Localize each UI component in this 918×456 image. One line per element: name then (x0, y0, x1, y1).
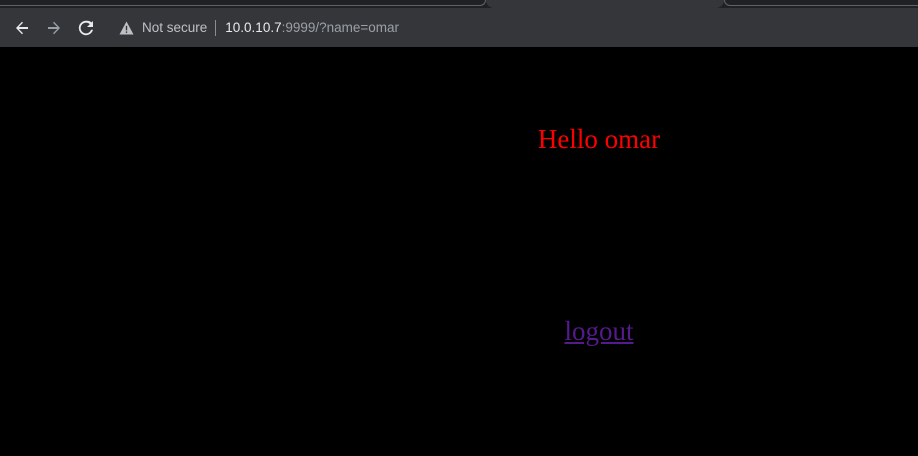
url-host[interactable]: 10.0.10.7 (225, 20, 281, 35)
tab-strip (0, 0, 918, 8)
address-divider (215, 19, 217, 36)
forward-arrow-icon (48, 21, 60, 34)
tab-inactive-right[interactable] (724, 0, 918, 6)
security-label[interactable]: Not secure (142, 20, 207, 35)
back-arrow-icon (16, 21, 28, 34)
forward-button[interactable] (43, 17, 65, 39)
greeting-text: Hello omar (537, 124, 661, 154)
logout-link[interactable]: logout (564, 316, 633, 346)
tab-inactive-left[interactable] (0, 0, 486, 6)
address-bar[interactable]: Not secure 10.0.10.7 :9999/?name=omar (108, 12, 918, 43)
browser-toolbar: Not secure 10.0.10.7 :9999/?name=omar (0, 8, 918, 47)
reload-button[interactable] (75, 17, 97, 39)
reload-icon (78, 20, 93, 35)
back-button[interactable] (11, 17, 33, 39)
page-content: Hello omar logout (0, 47, 918, 456)
tab-active[interactable] (486, 0, 724, 8)
url-path[interactable]: :9999/?name=omar (282, 20, 399, 35)
warning-icon[interactable] (118, 20, 134, 36)
logout-container: logout (0, 316, 918, 347)
